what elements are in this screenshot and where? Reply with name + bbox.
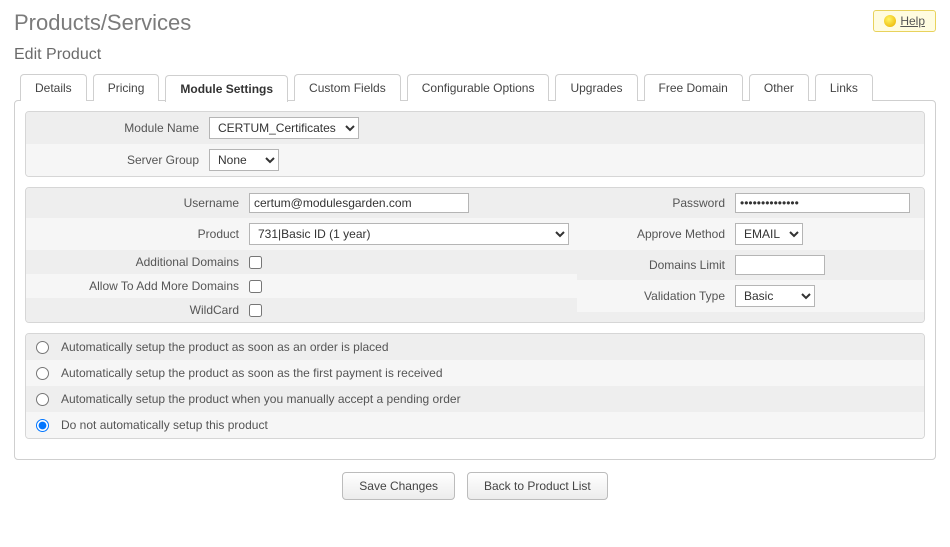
autosetup-box: Automatically setup the product as soon … xyxy=(25,333,925,439)
server-group-select[interactable]: None xyxy=(209,149,279,171)
tab-custom-fields[interactable]: Custom Fields xyxy=(294,74,401,101)
tab-upgrades[interactable]: Upgrades xyxy=(555,74,637,101)
allow-more-domains-checkbox[interactable] xyxy=(249,280,262,293)
validation-type-label: Validation Type xyxy=(585,289,735,303)
wildcard-label: WildCard xyxy=(34,303,249,317)
password-input[interactable] xyxy=(735,193,910,213)
autosetup-radio-manual[interactable] xyxy=(36,393,49,406)
lightbulb-icon xyxy=(884,15,896,27)
module-settings-panel: Module Name CERTUM_Certificates Server G… xyxy=(14,100,936,460)
autosetup-radio-order[interactable] xyxy=(36,341,49,354)
page-subtitle: Edit Product xyxy=(14,46,936,64)
additional-domains-label: Additional Domains xyxy=(34,255,249,269)
username-label: Username xyxy=(34,196,249,210)
tab-pricing[interactable]: Pricing xyxy=(93,74,160,101)
save-button[interactable]: Save Changes xyxy=(342,472,455,500)
tab-details[interactable]: Details xyxy=(20,74,87,101)
autosetup-radio-none[interactable] xyxy=(36,419,49,432)
autosetup-option-payment[interactable]: Automatically setup the product as soon … xyxy=(26,360,924,386)
module-name-select[interactable]: CERTUM_Certificates xyxy=(209,117,359,139)
tab-free-domain[interactable]: Free Domain xyxy=(644,74,743,101)
autosetup-label-order: Automatically setup the product as soon … xyxy=(61,340,389,354)
help-label: Help xyxy=(900,14,925,28)
page-title: Products/Services xyxy=(14,10,191,36)
footer-buttons: Save Changes Back to Product List xyxy=(14,472,936,500)
autosetup-label-none: Do not automatically setup this product xyxy=(61,418,268,432)
tab-links[interactable]: Links xyxy=(815,74,873,101)
server-group-label: Server Group xyxy=(34,153,209,167)
additional-domains-checkbox[interactable] xyxy=(249,256,262,269)
tab-module-settings[interactable]: Module Settings xyxy=(165,75,288,102)
module-name-label: Module Name xyxy=(34,121,209,135)
help-link[interactable]: Help xyxy=(873,10,936,32)
fields-box: Username Product 731|Basic ID (1 year) A… xyxy=(25,187,925,323)
tabs-bar: Details Pricing Module Settings Custom F… xyxy=(14,74,936,101)
username-input[interactable] xyxy=(249,193,469,213)
autosetup-option-none[interactable]: Do not automatically setup this product xyxy=(26,412,924,438)
approve-method-select[interactable]: EMAIL xyxy=(735,223,803,245)
back-button[interactable]: Back to Product List xyxy=(467,472,608,500)
tab-other[interactable]: Other xyxy=(749,74,809,101)
wildcard-checkbox[interactable] xyxy=(249,304,262,317)
tab-configurable-options[interactable]: Configurable Options xyxy=(407,74,550,101)
approve-method-label: Approve Method xyxy=(585,227,735,241)
product-select[interactable]: 731|Basic ID (1 year) xyxy=(249,223,569,245)
product-label: Product xyxy=(34,227,249,241)
domains-limit-label: Domains Limit xyxy=(585,258,735,272)
autosetup-option-manual[interactable]: Automatically setup the product when you… xyxy=(26,386,924,412)
allow-more-domains-label: Allow To Add More Domains xyxy=(34,279,249,293)
autosetup-option-order[interactable]: Automatically setup the product as soon … xyxy=(26,334,924,360)
validation-type-select[interactable]: Basic xyxy=(735,285,815,307)
autosetup-label-manual: Automatically setup the product when you… xyxy=(61,392,461,406)
password-label: Password xyxy=(585,196,735,210)
autosetup-radio-payment[interactable] xyxy=(36,367,49,380)
module-box: Module Name CERTUM_Certificates Server G… xyxy=(25,111,925,177)
autosetup-label-payment: Automatically setup the product as soon … xyxy=(61,366,443,380)
domains-limit-input[interactable] xyxy=(735,255,825,275)
